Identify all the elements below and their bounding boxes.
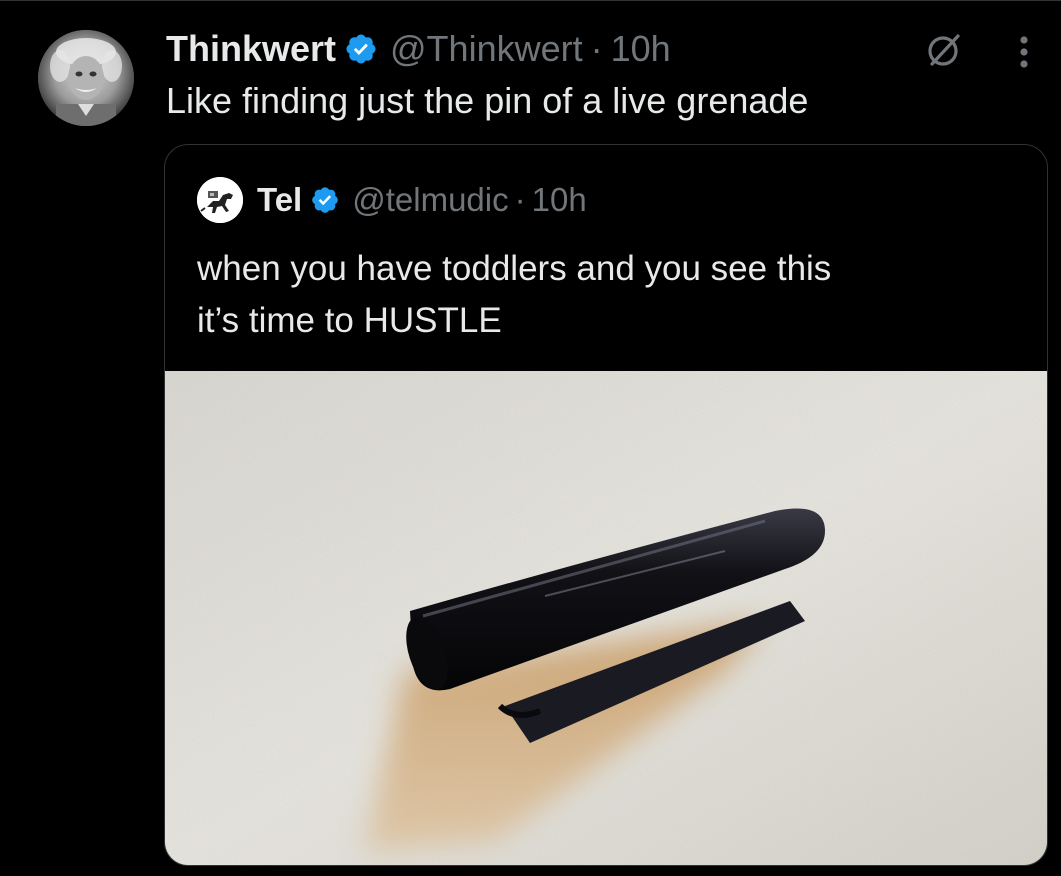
tweet-header: Thinkwert @Thinkwert · 10h — [166, 24, 671, 74]
quoted-timestamp[interactable]: 10h — [532, 181, 587, 219]
separator-dot: · — [514, 181, 526, 218]
quoted-tweet-header: Tel @telmudic · 10h — [197, 177, 587, 223]
timestamp[interactable]: 10h — [611, 28, 671, 70]
tweet-text: Like finding just the pin of a live gren… — [166, 80, 809, 121]
dinosaur-avatar[interactable] — [197, 177, 243, 223]
quoted-text-line: it’s time to HUSTLE — [197, 301, 502, 340]
verified-badge-icon[interactable] — [344, 32, 378, 66]
divider — [0, 0, 1061, 1]
handle[interactable]: @Thinkwert — [390, 28, 583, 70]
verified-badge-icon[interactable] — [310, 185, 340, 215]
avatar[interactable] — [38, 30, 134, 126]
quoted-text-line: when you have toddlers and you see this — [197, 249, 832, 288]
quoted-handle[interactable]: @telmudic — [352, 181, 508, 219]
tweet[interactable]: Thinkwert @Thinkwert · 10h Like finding … — [0, 0, 1061, 876]
quoted-tweet-text: when you have toddlers and you see this … — [197, 243, 1017, 347]
more-dots-icon[interactable] — [1004, 30, 1044, 74]
quoted-display-name[interactable]: Tel — [257, 181, 302, 219]
separator-dot: · — [590, 28, 603, 69]
grok-icon[interactable] — [922, 28, 966, 72]
display-name[interactable]: Thinkwert — [166, 28, 336, 70]
quoted-tweet[interactable]: Tel @telmudic · 10h when you have toddle… — [164, 144, 1048, 866]
quoted-media-photo[interactable] — [165, 371, 1047, 865]
